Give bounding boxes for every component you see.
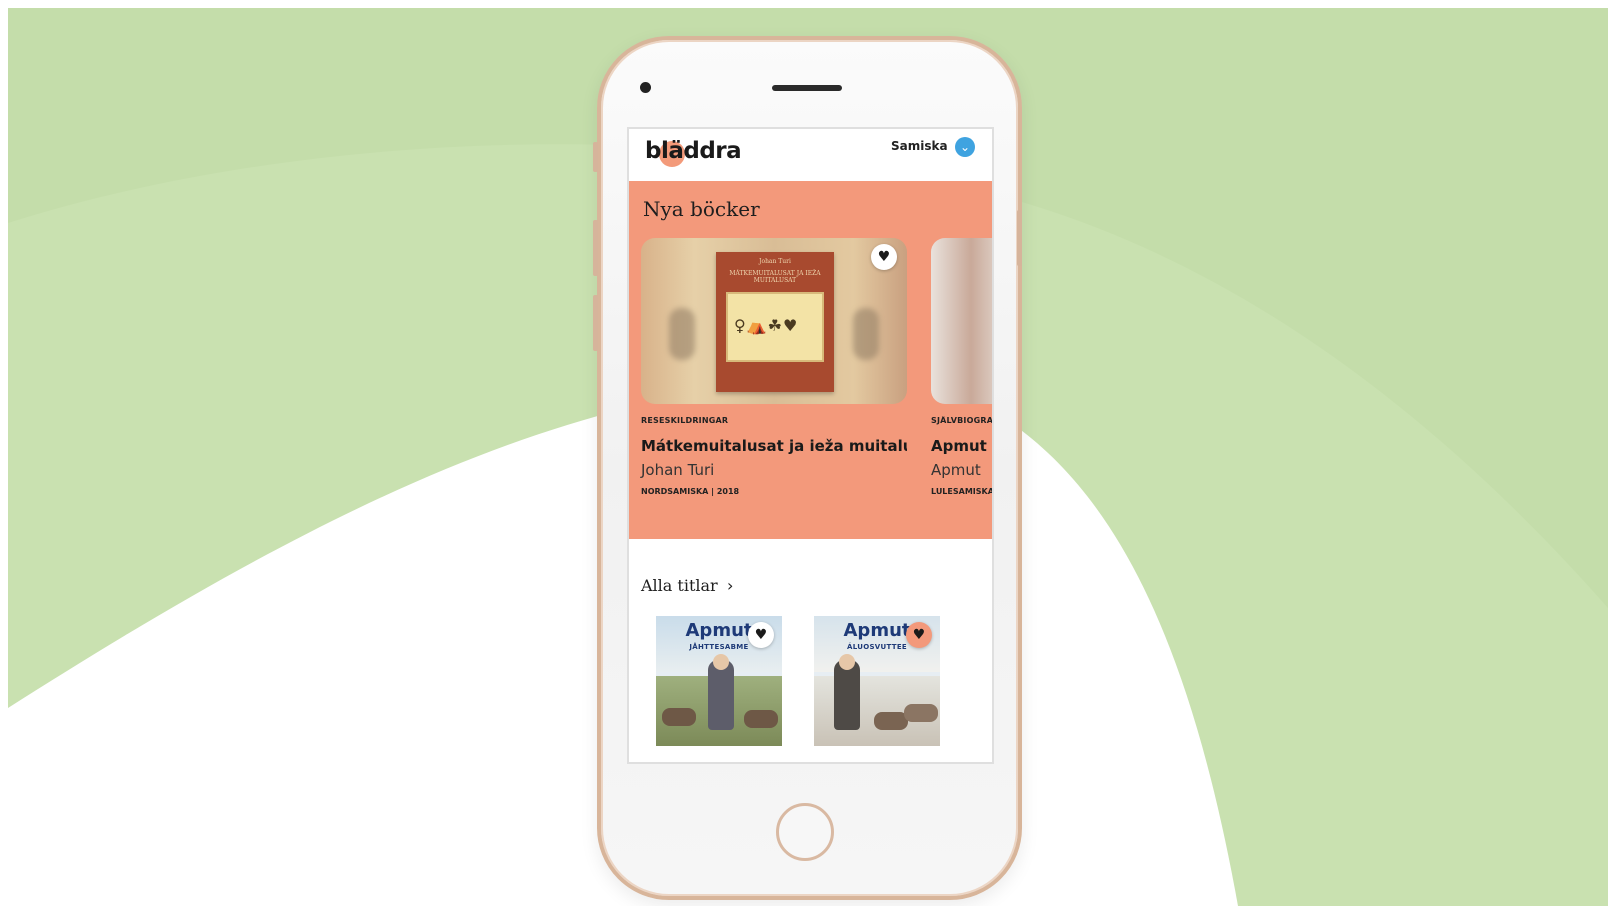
cover-person-head — [839, 654, 855, 670]
book-language-year: NORDSAMISKA | 2018 — [641, 487, 740, 496]
language-label[interactable]: Samiska — [891, 139, 948, 153]
book-title[interactable]: Apmut — [931, 437, 992, 455]
cover-blur-figure — [853, 308, 879, 360]
earpiece-speaker — [772, 85, 842, 91]
app-header: bläddra Samiska ⌄ — [629, 129, 992, 181]
volume-down-button — [593, 295, 598, 351]
book-cover: Johan Turi MÁTKEMUITALUSAT JA IEŽA MUITA… — [716, 252, 834, 392]
cover-person — [708, 660, 734, 730]
cover-blur-figure — [669, 308, 695, 360]
section-title: Nya böcker — [643, 197, 760, 221]
heart-icon[interactable]: ♥ — [906, 622, 932, 648]
book-author[interactable]: Johan Turi — [641, 461, 714, 479]
book-author[interactable]: Apmut — [931, 461, 992, 479]
book-card-image[interactable]: Johan Turi MÁTKEMUITALUSAT JA IEŽA MUITA… — [641, 238, 907, 404]
heart-icon[interactable]: ♥ — [748, 622, 774, 648]
volume-up-button — [593, 220, 598, 276]
book-category: RESESKILDRINGAR — [641, 416, 729, 425]
home-button[interactable] — [776, 803, 834, 861]
mute-switch — [593, 142, 598, 172]
cover-reindeer — [874, 712, 908, 730]
app-logo[interactable]: bläddra — [645, 138, 742, 164]
power-button — [1017, 210, 1022, 266]
book-card-image[interactable] — [931, 238, 992, 404]
all-titles-link[interactable]: Alla titlar — [641, 576, 718, 595]
cover-person — [834, 660, 860, 730]
new-books-section: Nya böcker Johan Turi MÁTKEMUITALUSAT JA… — [629, 181, 992, 539]
chevron-down-icon[interactable]: ⌄ — [955, 137, 975, 157]
cover-person-head — [713, 654, 729, 670]
cover-glyphs: ♀⛺☘♥ — [734, 316, 799, 335]
chevron-right-icon[interactable]: › — [727, 576, 733, 595]
phone-frame: bläddra Samiska ⌄ Nya böcker Johan Turi … — [593, 36, 1022, 900]
cover-title: MÁTKEMUITALUSAT JA IEŽA MUITALUSAT — [729, 270, 821, 284]
book-language-year: LULESAMISKA — [931, 487, 992, 496]
front-camera — [640, 82, 651, 93]
cover-author: Johan Turi — [759, 258, 791, 265]
book-category: SJÄLVBIOGRAFI — [931, 416, 992, 425]
cover-reindeer — [744, 710, 778, 728]
cover-illustration: ♀⛺☘♥ — [726, 292, 824, 362]
heart-icon[interactable]: ♥ — [871, 244, 897, 270]
cover-reindeer — [662, 708, 696, 726]
phone-screen: bläddra Samiska ⌄ Nya böcker Johan Turi … — [627, 127, 994, 764]
cover-reindeer — [904, 704, 938, 722]
book-title[interactable]: Mátkemuitalusat ja ieža muitalusat — [641, 437, 907, 455]
